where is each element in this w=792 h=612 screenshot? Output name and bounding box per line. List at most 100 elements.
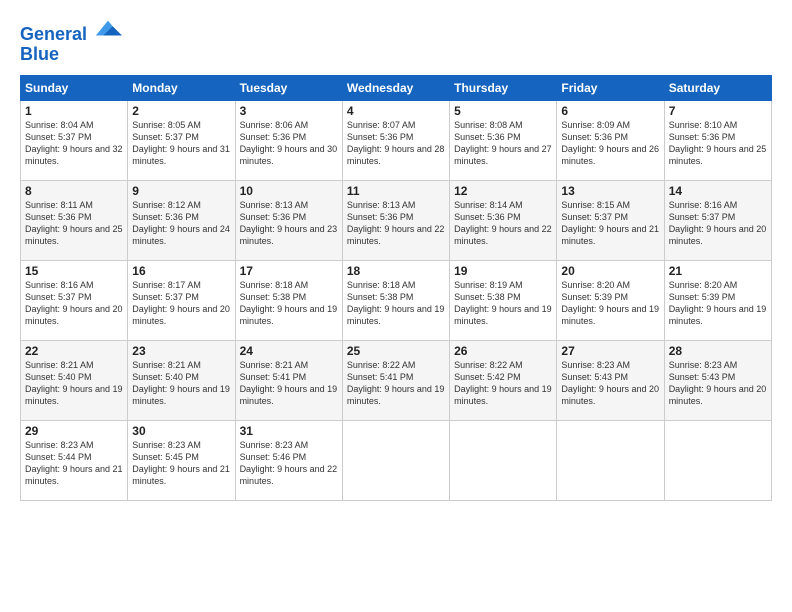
day-info: Sunrise: 8:23 AM Sunset: 5:43 PM Dayligh… [669,359,767,408]
day-number: 16 [132,264,230,278]
logo: General Blue [20,18,122,65]
day-number: 19 [454,264,552,278]
day-number: 2 [132,104,230,118]
day-number: 22 [25,344,123,358]
day-info: Sunrise: 8:23 AM Sunset: 5:44 PM Dayligh… [25,439,123,488]
day-number: 14 [669,184,767,198]
calendar-day-cell: 6 Sunrise: 8:09 AM Sunset: 5:36 PM Dayli… [557,100,664,180]
calendar-day-cell [450,420,557,500]
calendar-header-cell: Friday [557,75,664,100]
calendar-day-cell: 7 Sunrise: 8:10 AM Sunset: 5:36 PM Dayli… [664,100,771,180]
day-info: Sunrise: 8:05 AM Sunset: 5:37 PM Dayligh… [132,119,230,168]
day-number: 29 [25,424,123,438]
day-info: Sunrise: 8:08 AM Sunset: 5:36 PM Dayligh… [454,119,552,168]
day-info: Sunrise: 8:23 AM Sunset: 5:46 PM Dayligh… [240,439,338,488]
calendar-day-cell: 20 Sunrise: 8:20 AM Sunset: 5:39 PM Dayl… [557,260,664,340]
day-info: Sunrise: 8:21 AM Sunset: 5:40 PM Dayligh… [25,359,123,408]
logo-icon [94,18,122,40]
day-number: 23 [132,344,230,358]
day-info: Sunrise: 8:18 AM Sunset: 5:38 PM Dayligh… [240,279,338,328]
day-number: 31 [240,424,338,438]
day-info: Sunrise: 8:07 AM Sunset: 5:36 PM Dayligh… [347,119,445,168]
calendar-day-cell: 5 Sunrise: 8:08 AM Sunset: 5:36 PM Dayli… [450,100,557,180]
calendar-day-cell: 9 Sunrise: 8:12 AM Sunset: 5:36 PM Dayli… [128,180,235,260]
calendar-day-cell: 21 Sunrise: 8:20 AM Sunset: 5:39 PM Dayl… [664,260,771,340]
calendar-day-cell: 8 Sunrise: 8:11 AM Sunset: 5:36 PM Dayli… [21,180,128,260]
calendar-header-cell: Wednesday [342,75,449,100]
calendar-day-cell: 19 Sunrise: 8:19 AM Sunset: 5:38 PM Dayl… [450,260,557,340]
day-number: 26 [454,344,552,358]
calendar-day-cell: 3 Sunrise: 8:06 AM Sunset: 5:36 PM Dayli… [235,100,342,180]
calendar-day-cell: 30 Sunrise: 8:23 AM Sunset: 5:45 PM Dayl… [128,420,235,500]
calendar-day-cell: 15 Sunrise: 8:16 AM Sunset: 5:37 PM Dayl… [21,260,128,340]
day-number: 25 [347,344,445,358]
day-info: Sunrise: 8:22 AM Sunset: 5:42 PM Dayligh… [454,359,552,408]
day-info: Sunrise: 8:16 AM Sunset: 5:37 PM Dayligh… [25,279,123,328]
day-info: Sunrise: 8:12 AM Sunset: 5:36 PM Dayligh… [132,199,230,248]
calendar-day-cell: 12 Sunrise: 8:14 AM Sunset: 5:36 PM Dayl… [450,180,557,260]
day-number: 15 [25,264,123,278]
day-info: Sunrise: 8:21 AM Sunset: 5:41 PM Dayligh… [240,359,338,408]
day-number: 13 [561,184,659,198]
calendar-day-cell [664,420,771,500]
day-info: Sunrise: 8:19 AM Sunset: 5:38 PM Dayligh… [454,279,552,328]
calendar-day-cell: 25 Sunrise: 8:22 AM Sunset: 5:41 PM Dayl… [342,340,449,420]
calendar-week-row: 8 Sunrise: 8:11 AM Sunset: 5:36 PM Dayli… [21,180,772,260]
calendar-header-cell: Monday [128,75,235,100]
day-number: 3 [240,104,338,118]
day-number: 27 [561,344,659,358]
calendar-day-cell: 24 Sunrise: 8:21 AM Sunset: 5:41 PM Dayl… [235,340,342,420]
header: General Blue [20,18,772,65]
day-info: Sunrise: 8:10 AM Sunset: 5:36 PM Dayligh… [669,119,767,168]
day-number: 5 [454,104,552,118]
calendar-day-cell: 26 Sunrise: 8:22 AM Sunset: 5:42 PM Dayl… [450,340,557,420]
calendar-day-cell: 2 Sunrise: 8:05 AM Sunset: 5:37 PM Dayli… [128,100,235,180]
calendar-day-cell: 14 Sunrise: 8:16 AM Sunset: 5:37 PM Dayl… [664,180,771,260]
calendar-day-cell: 18 Sunrise: 8:18 AM Sunset: 5:38 PM Dayl… [342,260,449,340]
day-number: 17 [240,264,338,278]
day-number: 30 [132,424,230,438]
calendar-day-cell: 10 Sunrise: 8:13 AM Sunset: 5:36 PM Dayl… [235,180,342,260]
day-info: Sunrise: 8:20 AM Sunset: 5:39 PM Dayligh… [561,279,659,328]
day-info: Sunrise: 8:21 AM Sunset: 5:40 PM Dayligh… [132,359,230,408]
calendar-day-cell: 1 Sunrise: 8:04 AM Sunset: 5:37 PM Dayli… [21,100,128,180]
calendar-day-cell: 11 Sunrise: 8:13 AM Sunset: 5:36 PM Dayl… [342,180,449,260]
day-number: 12 [454,184,552,198]
logo-text: General [20,18,122,45]
day-info: Sunrise: 8:23 AM Sunset: 5:45 PM Dayligh… [132,439,230,488]
day-number: 9 [132,184,230,198]
calendar-day-cell: 13 Sunrise: 8:15 AM Sunset: 5:37 PM Dayl… [557,180,664,260]
calendar-day-cell: 4 Sunrise: 8:07 AM Sunset: 5:36 PM Dayli… [342,100,449,180]
day-number: 6 [561,104,659,118]
calendar-week-row: 15 Sunrise: 8:16 AM Sunset: 5:37 PM Dayl… [21,260,772,340]
calendar-header-cell: Thursday [450,75,557,100]
calendar-day-cell: 17 Sunrise: 8:18 AM Sunset: 5:38 PM Dayl… [235,260,342,340]
day-number: 21 [669,264,767,278]
day-number: 18 [347,264,445,278]
day-info: Sunrise: 8:22 AM Sunset: 5:41 PM Dayligh… [347,359,445,408]
calendar-day-cell: 31 Sunrise: 8:23 AM Sunset: 5:46 PM Dayl… [235,420,342,500]
day-number: 7 [669,104,767,118]
day-number: 24 [240,344,338,358]
calendar-header-cell: Sunday [21,75,128,100]
day-number: 10 [240,184,338,198]
day-number: 11 [347,184,445,198]
day-number: 28 [669,344,767,358]
day-info: Sunrise: 8:09 AM Sunset: 5:36 PM Dayligh… [561,119,659,168]
day-info: Sunrise: 8:23 AM Sunset: 5:43 PM Dayligh… [561,359,659,408]
calendar-day-cell [557,420,664,500]
day-info: Sunrise: 8:14 AM Sunset: 5:36 PM Dayligh… [454,199,552,248]
calendar-week-row: 29 Sunrise: 8:23 AM Sunset: 5:44 PM Dayl… [21,420,772,500]
logo-text2: Blue [20,45,122,65]
calendar-week-row: 22 Sunrise: 8:21 AM Sunset: 5:40 PM Dayl… [21,340,772,420]
day-info: Sunrise: 8:15 AM Sunset: 5:37 PM Dayligh… [561,199,659,248]
day-info: Sunrise: 8:13 AM Sunset: 5:36 PM Dayligh… [347,199,445,248]
day-info: Sunrise: 8:06 AM Sunset: 5:36 PM Dayligh… [240,119,338,168]
calendar-header-cell: Tuesday [235,75,342,100]
calendar-body: 1 Sunrise: 8:04 AM Sunset: 5:37 PM Dayli… [21,100,772,500]
day-number: 4 [347,104,445,118]
day-number: 20 [561,264,659,278]
day-info: Sunrise: 8:04 AM Sunset: 5:37 PM Dayligh… [25,119,123,168]
calendar-day-cell: 22 Sunrise: 8:21 AM Sunset: 5:40 PM Dayl… [21,340,128,420]
day-number: 1 [25,104,123,118]
